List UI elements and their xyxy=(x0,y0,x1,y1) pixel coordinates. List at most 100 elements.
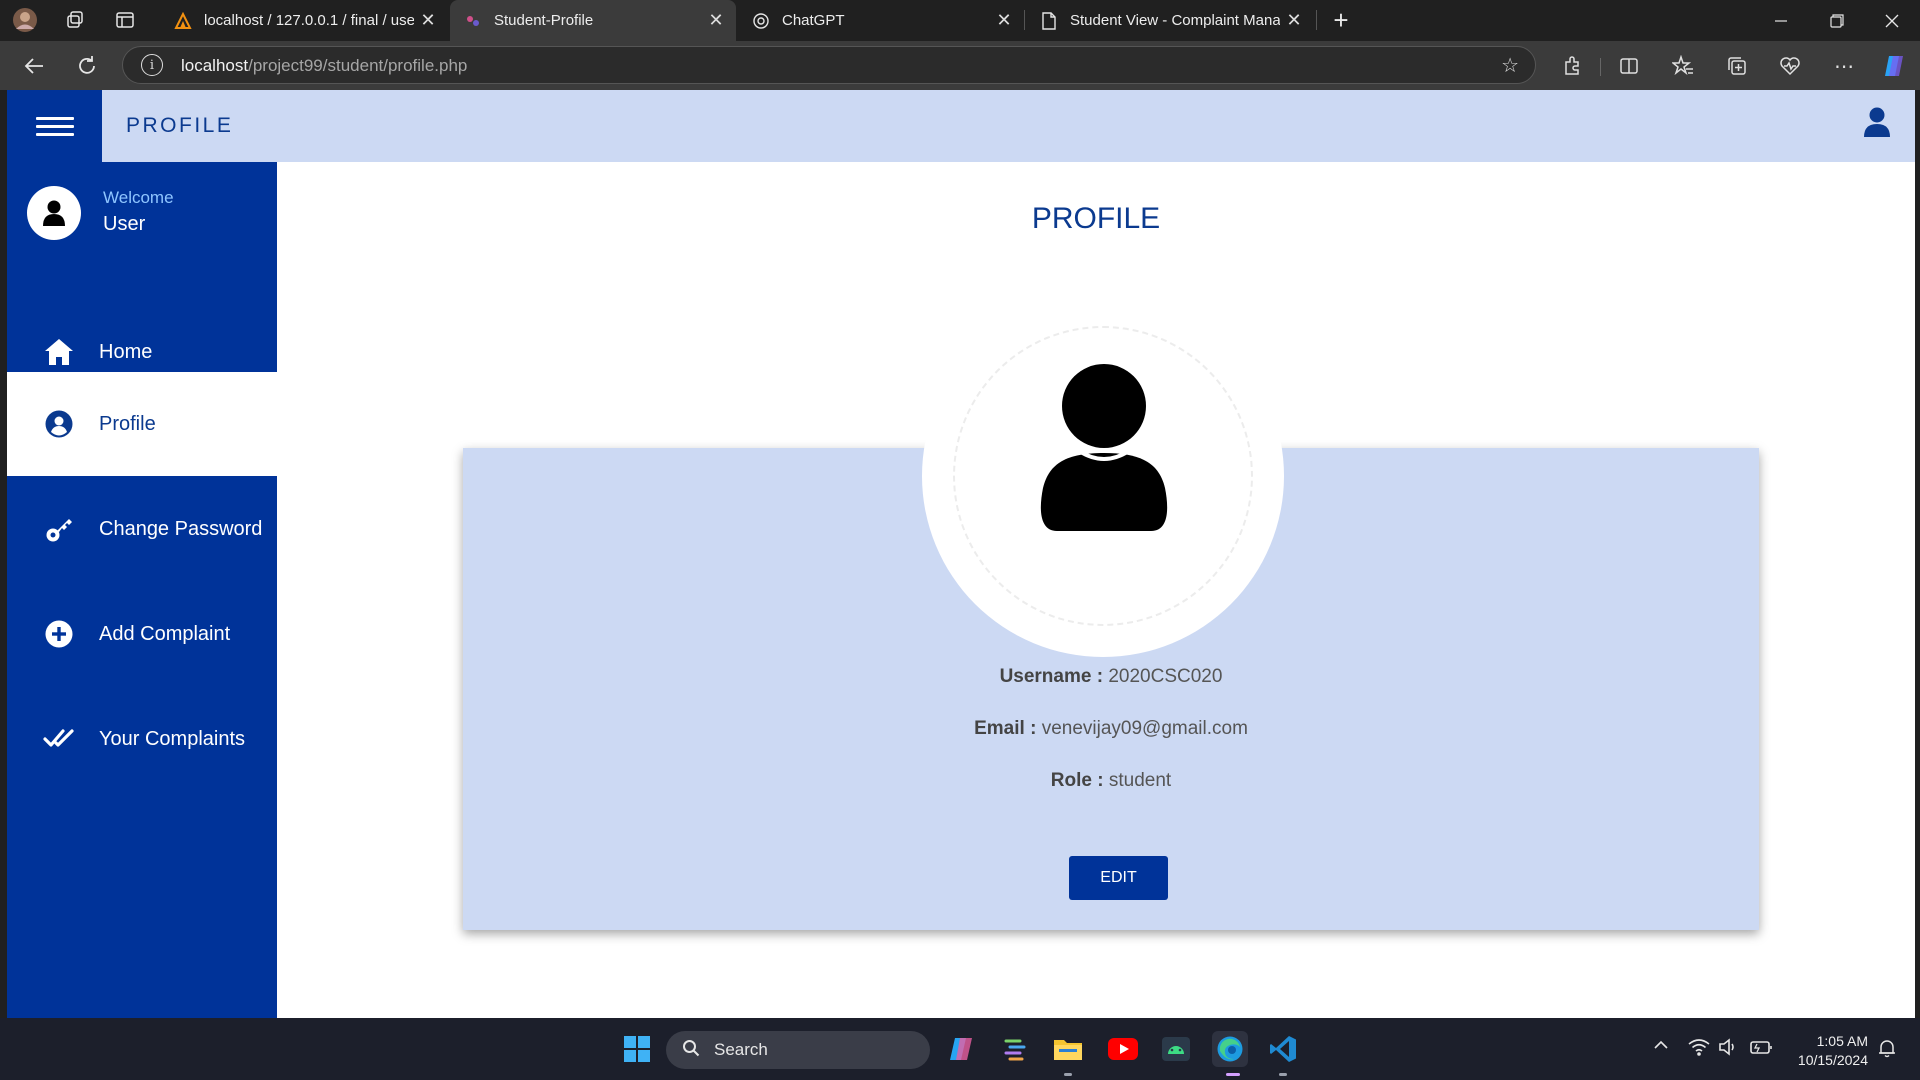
sidebar-item-add-complaint[interactable]: Add Complaint xyxy=(7,582,277,686)
hamburger-menu-button[interactable] xyxy=(7,90,102,162)
sidebar-item-label: Change Password xyxy=(99,517,263,540)
browser-tab-strip: localhost / 127.0.0.1 / final / user_ ✕ … xyxy=(0,0,1920,41)
close-tab-icon[interactable]: ✕ xyxy=(1280,7,1308,35)
copilot-taskbar-icon[interactable] xyxy=(943,1031,979,1067)
tasks-app-icon[interactable] xyxy=(997,1031,1033,1067)
tab-actions-icon[interactable] xyxy=(110,6,140,34)
role-label: Role : xyxy=(1050,770,1104,791)
role-value: student xyxy=(1108,770,1172,791)
address-bar[interactable]: i localhost/project99/student/profile.ph… xyxy=(122,46,1536,84)
tab-title: Student-Profile xyxy=(494,12,594,29)
volume-icon[interactable] xyxy=(1718,1038,1740,1061)
tab-student-profile[interactable]: Student-Profile ✕ xyxy=(450,0,736,41)
sidebar-item-your-complaints[interactable]: Your Complaints xyxy=(7,687,277,791)
document-favicon-icon xyxy=(1040,11,1058,30)
sidebar-item-label: Add Complaint xyxy=(99,622,231,645)
start-button-icon[interactable] xyxy=(619,1031,655,1067)
minimize-window-button[interactable] xyxy=(1753,0,1809,41)
tab-phpmyadmin[interactable]: localhost / 127.0.0.1 / final / user_ ✕ xyxy=(160,0,448,41)
phpmyadmin-favicon-icon xyxy=(174,11,192,30)
chatgpt-favicon-icon xyxy=(752,12,770,30)
refresh-button[interactable] xyxy=(71,50,103,82)
key-icon xyxy=(39,509,79,549)
active-indicator xyxy=(1226,1073,1240,1076)
page-title: PROFILE xyxy=(1031,202,1161,235)
browser-essentials-icon[interactable] xyxy=(1774,50,1806,82)
site-info-icon[interactable]: i xyxy=(141,54,163,76)
url-host: localhost xyxy=(181,56,249,75)
site-favicon-icon xyxy=(464,12,482,30)
sidebar-item-label: Profile xyxy=(99,412,156,435)
running-indicator xyxy=(1064,1073,1072,1076)
browser-toolbar: i localhost/project99/student/profile.ph… xyxy=(0,41,1920,90)
extensions-icon[interactable] xyxy=(1556,50,1588,82)
profile-picture xyxy=(922,295,1284,657)
restore-window-button[interactable] xyxy=(1809,0,1865,41)
sidebar-item-label: Home xyxy=(99,340,153,363)
web-page: PROFILE Welcome User Home Profile Change… xyxy=(7,90,1915,1018)
tab-separator xyxy=(1024,10,1025,30)
show-hidden-icons-chevron-icon[interactable] xyxy=(1653,1038,1669,1057)
vscode-icon[interactable] xyxy=(1265,1031,1301,1067)
main-title-row: PROFILE xyxy=(7,202,1915,236)
email-value: venevijay09@gmail.com xyxy=(1041,718,1248,739)
sidebar-item-profile[interactable]: Profile xyxy=(7,372,277,476)
split-screen-icon[interactable] xyxy=(1613,50,1645,82)
plus-circle-icon xyxy=(39,614,79,654)
search-icon xyxy=(682,1039,700,1062)
username-value: 2020CSC020 xyxy=(1108,666,1223,687)
workspaces-icon[interactable] xyxy=(60,6,90,34)
email-row: Email : venevijay09@gmail.com xyxy=(463,718,1759,740)
menu-icon xyxy=(35,112,74,141)
tab-chatgpt[interactable]: ChatGPT ✕ xyxy=(738,0,1024,41)
clock-date: 10/15/2024 xyxy=(1797,1052,1868,1068)
tab-title: ChatGPT xyxy=(782,12,845,29)
edit-button[interactable]: EDIT xyxy=(1069,856,1168,900)
battery-icon[interactable] xyxy=(1749,1038,1773,1061)
email-label: Email : xyxy=(974,718,1037,739)
youtube-icon[interactable] xyxy=(1105,1031,1141,1067)
home-icon xyxy=(39,332,79,372)
double-check-icon xyxy=(39,719,79,759)
file-explorer-icon[interactable] xyxy=(1050,1031,1086,1067)
close-tab-icon[interactable]: ✕ xyxy=(702,7,730,35)
notifications-bell-icon[interactable] xyxy=(1877,1038,1897,1063)
running-indicator xyxy=(1279,1073,1287,1076)
url-text[interactable]: localhost/project99/student/profile.php xyxy=(181,56,467,76)
copilot-icon[interactable] xyxy=(1878,50,1910,82)
taskbar-search-box[interactable]: Search xyxy=(666,1031,930,1069)
sidebar-item-label: Your Complaints xyxy=(99,727,246,750)
tab-title: localhost / 127.0.0.1 / final / user_ xyxy=(204,12,414,29)
back-button[interactable] xyxy=(18,50,50,82)
close-tab-icon[interactable]: ✕ xyxy=(990,7,1018,35)
wifi-icon[interactable] xyxy=(1688,1038,1710,1061)
role-row: Role : student xyxy=(463,770,1759,792)
search-placeholder: Search xyxy=(714,1040,768,1059)
user-account-icon[interactable] xyxy=(1863,106,1891,143)
header-title: PROFILE xyxy=(126,114,234,137)
top-header: PROFILE xyxy=(102,90,1915,162)
user-circle-icon xyxy=(39,404,79,444)
windows-taskbar: Search 1:05 AM 10/15/2024 xyxy=(0,1018,1920,1080)
clock-time: 1:05 AM xyxy=(1816,1033,1868,1049)
more-options-icon[interactable]: ⋯ xyxy=(1828,50,1860,82)
system-clock[interactable]: 1:05 AM 10/15/2024 xyxy=(1798,1032,1868,1070)
username-row: Username : 2020CSC020 xyxy=(463,666,1759,688)
profile-avatar-icon[interactable] xyxy=(10,6,40,34)
favorites-icon[interactable] xyxy=(1667,50,1699,82)
username-label: Username : xyxy=(999,666,1104,687)
profile-user-icon xyxy=(1040,364,1168,531)
sidebar-item-change-password[interactable]: Change Password xyxy=(7,477,277,581)
edge-browser-icon[interactable] xyxy=(1212,1031,1248,1067)
collections-icon[interactable] xyxy=(1721,50,1753,82)
tab-title: Student View - Complaint Manag xyxy=(1070,12,1280,29)
new-tab-button[interactable]: + xyxy=(1326,5,1356,35)
tab-separator xyxy=(1316,10,1317,30)
close-tab-icon[interactable]: ✕ xyxy=(414,7,442,35)
tab-complaint-manager[interactable]: Student View - Complaint Manag ✕ xyxy=(1026,0,1314,41)
toolbar-separator xyxy=(1600,58,1601,76)
favorite-star-icon[interactable]: ☆ xyxy=(1501,53,1519,78)
url-path: /project99/student/profile.php xyxy=(248,56,468,75)
android-app-icon[interactable] xyxy=(1158,1031,1194,1067)
close-window-button[interactable] xyxy=(1864,0,1920,41)
